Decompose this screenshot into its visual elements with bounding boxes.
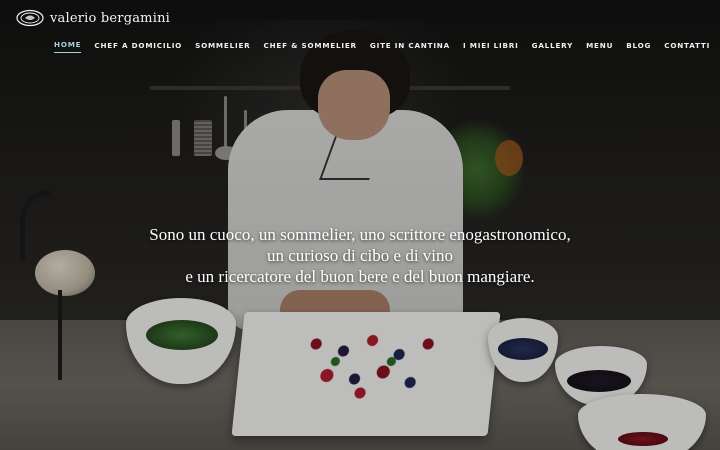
hero-tagline-line-2: un curioso di cibo e di vino xyxy=(266,246,454,265)
nav-blog[interactable]: BLOG xyxy=(626,41,651,53)
hero-tagline-line-1: Sono un cuoco, un sommelier, uno scritto… xyxy=(149,225,571,244)
nav-contatti[interactable]: CONTATTI xyxy=(664,41,710,53)
plate-logo-icon xyxy=(16,9,44,27)
nav-gallery[interactable]: GALLERY xyxy=(532,41,573,53)
nav-menu[interactable]: MENU xyxy=(586,41,613,53)
nav-i-miei-libri[interactable]: I MIEI LIBRI xyxy=(463,41,519,53)
site-logo[interactable]: valerio bergamini xyxy=(16,9,170,27)
nav-sommelier[interactable]: SOMMELIER xyxy=(195,41,250,53)
hero-tagline: Sono un cuoco, un sommelier, uno scritto… xyxy=(110,224,610,287)
main-nav: HOME CHEF A DOMICILIO SOMMELIER CHEF & S… xyxy=(54,40,720,53)
hero-tagline-line-3: e un ricercatore del buon bere e del buo… xyxy=(185,267,535,286)
brand-name: valerio bergamini xyxy=(50,10,170,26)
nav-gite-in-cantina[interactable]: GITE IN CANTINA xyxy=(370,41,450,53)
nav-home[interactable]: HOME xyxy=(54,40,82,53)
nav-chef-and-sommelier[interactable]: CHEF & SOMMELIER xyxy=(264,41,357,53)
nav-chef-a-domicilio[interactable]: CHEF A DOMICILIO xyxy=(94,41,182,53)
